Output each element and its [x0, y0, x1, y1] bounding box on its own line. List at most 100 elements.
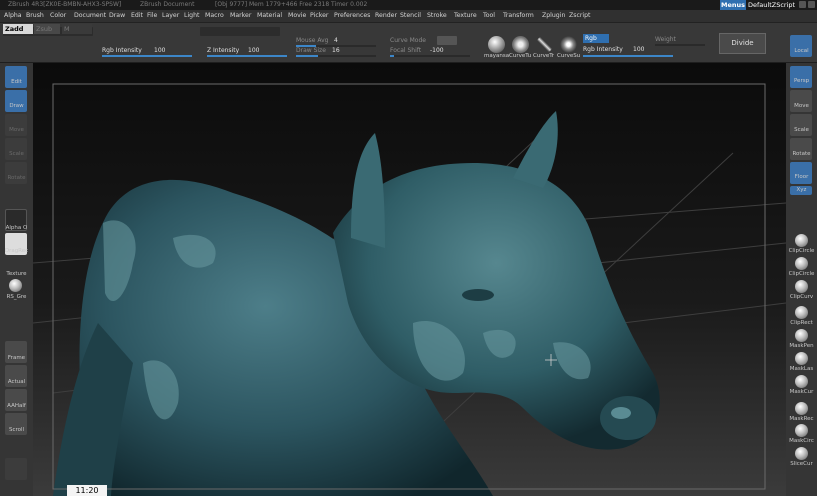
slicecurve-brush-icon[interactable] [795, 447, 808, 460]
clipcircle2-brush-icon[interactable] [795, 257, 808, 270]
maskcurve-brush-icon[interactable] [795, 375, 808, 388]
menu-item-transform[interactable]: Transform [503, 12, 534, 19]
brush-label-curvesu: CurveSu [557, 53, 581, 59]
dog-right-ear [513, 111, 558, 188]
weight-slider[interactable] [655, 44, 705, 46]
masklasso-brush-icon[interactable] [795, 352, 808, 365]
xyz-label: Xyz [796, 187, 807, 193]
z-intensity-slider[interactable] [207, 55, 287, 57]
draw-size-label: Draw Size [296, 47, 326, 54]
menu-item-document[interactable]: Document [74, 12, 106, 19]
clipcircle2-label: ClipCircle [788, 271, 815, 277]
dog-eye [462, 289, 494, 301]
title-bar: ZBrush 4R3[ZK0E-BMBN-AHX3-SPSW] ZBrush D… [0, 0, 817, 10]
focal-shift-label: Focal Shift [390, 47, 422, 54]
focal-shift-value: -100 [430, 47, 444, 54]
menu-item-marker[interactable]: Marker [230, 12, 251, 19]
cliprect-brush-icon[interactable] [795, 306, 808, 319]
menu-item-stencil[interactable]: Stencil [400, 12, 421, 19]
menu-item-alpha[interactable]: Alpha [4, 12, 22, 19]
rotate-label: Rotate [7, 175, 26, 181]
clipcurv-label: ClipCurv [789, 294, 814, 300]
frame-label: Frame [7, 355, 26, 361]
rgb-intensity-value: 100 [154, 47, 166, 54]
focal-shift-slider[interactable] [390, 55, 470, 57]
floor-label: Floor [794, 174, 809, 180]
curvetube-brush-icon[interactable] [512, 36, 529, 53]
curve-mode-toggle[interactable] [437, 36, 457, 45]
maskpen-brush-icon[interactable] [795, 329, 808, 342]
clipcircle-brush-icon[interactable] [795, 234, 808, 247]
right-rotate-label: Rotate [792, 151, 811, 157]
mayansa-material-icon[interactable] [488, 36, 505, 53]
menu-item-texture[interactable]: Texture [454, 12, 477, 19]
draw-size-slider[interactable] [296, 55, 376, 57]
menu-item-file[interactable]: File [147, 12, 157, 19]
rgb-intensity-label: Rgb Intensity [102, 47, 142, 54]
right-move-label: Move [794, 103, 809, 109]
menu-item-color[interactable]: Color [50, 12, 66, 19]
menu-item-brush[interactable]: Brush [26, 12, 44, 19]
scroll-label: Scroll [8, 427, 25, 433]
persp-button[interactable] [790, 66, 812, 88]
edit-label: Edit [11, 79, 22, 85]
minimize-icon[interactable] [799, 1, 806, 8]
maskcircle-brush-icon[interactable] [795, 424, 808, 437]
menu-item-material[interactable]: Material [257, 12, 282, 19]
zadd-button[interactable]: Zadd [3, 24, 33, 34]
menu-item-picker[interactable]: Picker [310, 12, 328, 19]
document-title: ZBrush Document [140, 1, 195, 8]
rgb-intensity2-label: Rgb Intensity [583, 46, 623, 53]
maskrect-brush-icon[interactable] [795, 402, 808, 415]
menus-button[interactable]: Menus [720, 0, 746, 10]
rgb-intensity2-value: 100 [633, 46, 645, 53]
floor-button[interactable] [790, 162, 812, 184]
zsub-button[interactable]: Zsub [34, 24, 60, 34]
menu-item-render[interactable]: Render [375, 12, 397, 19]
menu-item-stroke[interactable]: Stroke [427, 12, 447, 19]
dog-nose [600, 396, 656, 440]
z-intensity-value: 100 [248, 47, 260, 54]
brush-label-mayansa: mayansa [484, 53, 510, 59]
slicecur-label: SliceCur [790, 461, 813, 467]
brush-label-curvetu: CurveTu [509, 53, 532, 59]
dog-model-render [33, 83, 786, 496]
clipcircle-label: ClipCircle [788, 248, 815, 254]
rgb-button[interactable]: Rgb [583, 34, 609, 43]
menu-item-preferences[interactable]: Preferences [334, 12, 370, 19]
mouse-avg-value: 4 [334, 37, 338, 44]
menu-item-draw[interactable]: Draw [109, 12, 125, 19]
rgb-intensity-slider[interactable] [102, 55, 192, 57]
menu-item-movie[interactable]: Movie [288, 12, 306, 19]
menu-item-light[interactable]: Light [184, 12, 199, 19]
menu-item-zscript[interactable]: Zscript [569, 12, 590, 19]
menu-item-macro[interactable]: Macro [205, 12, 224, 19]
right-shelf: Persp Move Scale Rotate Floor Xyz ClipCi… [786, 63, 817, 496]
actual-label: Actual [7, 379, 26, 385]
curve-mode-label[interactable]: Curve Mode [390, 37, 426, 44]
zoom-button[interactable] [5, 458, 27, 480]
menu-item-edit[interactable]: Edit [131, 12, 143, 19]
clipcurve-brush-icon[interactable] [795, 280, 808, 293]
close-icon[interactable] [808, 1, 815, 8]
local-label: Local [794, 48, 809, 54]
m-button[interactable]: M [62, 24, 92, 34]
menu-item-layer[interactable]: Layer [162, 12, 179, 19]
curvesurface-brush-icon[interactable] [560, 36, 577, 53]
menu-item-tool[interactable]: Tool [483, 12, 495, 19]
dog-left-ear [351, 133, 385, 248]
rs-gre-label: RS_Gre [6, 294, 27, 300]
default-zscript[interactable]: DefaultZScript [748, 0, 795, 10]
divide-button[interactable]: Divide [719, 33, 766, 54]
stats-readout: [Obj 9777] Mem 1779+466 Free 2318 Timer … [215, 1, 368, 8]
rgb-intensity2-slider[interactable] [583, 55, 673, 57]
canvas-viewport[interactable] [33, 63, 786, 496]
rs-gre-material-icon[interactable] [9, 279, 22, 292]
weight-label: Weight [655, 36, 676, 43]
z-intensity-label: Z Intensity [207, 47, 240, 54]
brush-label-curvetr: CurveTr [533, 53, 555, 59]
app-title: ZBrush 4R3[ZK0E-BMBN-AHX3-SPSW] [8, 1, 122, 8]
aahalf-label: AAHalf [7, 403, 26, 409]
curvetriangle-brush-icon[interactable] [536, 36, 553, 53]
menu-item-zplugin[interactable]: Zplugin [542, 12, 565, 19]
